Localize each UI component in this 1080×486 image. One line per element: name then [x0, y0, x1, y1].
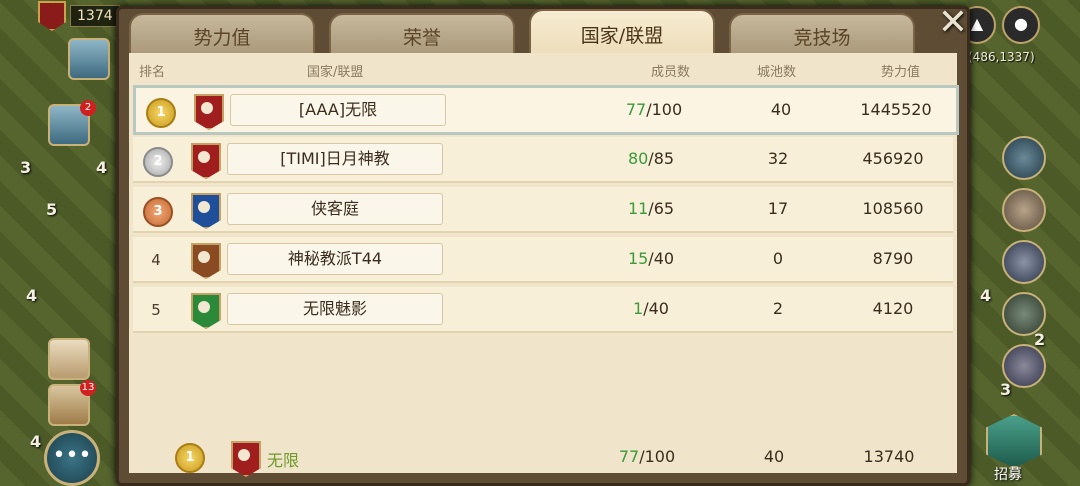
alliance-name[interactable]: 无限魅影 — [227, 293, 443, 325]
own-alliance-row: 1 无限 77/100 40 13740 — [129, 437, 957, 477]
city-count: 0 — [772, 249, 784, 268]
power-value: 8790 — [872, 249, 914, 268]
city-count: 32 — [767, 149, 789, 168]
ranking-row[interactable]: 2 [TIMI]日月神教 80/85 32 456920 — [133, 137, 953, 183]
member-count: 15/40 — [627, 249, 675, 268]
map-number: 4 — [980, 286, 992, 305]
resource-value: 1374 — [70, 5, 120, 27]
own-alliance-name: 无限 — [267, 451, 300, 470]
tab-power[interactable]: 势力值 — [129, 13, 315, 57]
hero-avatar[interactable] — [1002, 240, 1046, 284]
tab-country-alliance[interactable]: 国家/联盟 — [529, 9, 715, 57]
bronze-medal-icon: 3 — [143, 197, 173, 227]
ranking-tabs: 势力值 荣誉 国家/联盟 竞技场 — [129, 9, 915, 57]
header-name: 国家/联盟 — [307, 65, 364, 80]
battle-report-badge: 13 — [80, 380, 96, 396]
map-number: 5 — [46, 200, 58, 219]
alliance-flag-icon — [191, 243, 221, 279]
power-value: 108560 — [862, 199, 924, 218]
column-header: 排名 国家/联盟 成员数 城池数 势力值 — [129, 53, 957, 83]
power-value: 456920 — [862, 149, 924, 168]
member-count: 80/85 — [627, 149, 675, 168]
header-cities: 城池数 — [757, 65, 797, 80]
alliance-name[interactable]: 神秘教派T44 — [227, 243, 443, 275]
ranking-content: 排名 国家/联盟 成员数 城池数 势力值 i 1 [AAA]无限 77/100 … — [129, 53, 959, 477]
battle-report-icon[interactable]: 13 — [48, 380, 96, 426]
power-value: 4120 — [872, 299, 914, 318]
player-flag-icon[interactable] — [38, 1, 66, 31]
gold-medal-icon: 1 — [175, 443, 205, 473]
city-count: 2 — [772, 299, 784, 318]
ranking-row[interactable]: 4 神秘教派T44 15/40 0 8790 — [133, 237, 953, 283]
quest-scroll-icon[interactable]: 2 — [48, 100, 96, 146]
alliance-flag-icon — [191, 293, 221, 329]
mail-icon[interactable] — [48, 338, 90, 380]
hero-avatar[interactable] — [1002, 188, 1046, 232]
member-count: 11/65 — [627, 199, 675, 218]
silver-medal-icon: 2 — [143, 147, 173, 177]
city-count: 40 — [770, 100, 792, 119]
map-number: 3 — [1000, 380, 1012, 399]
city-count: 17 — [767, 199, 789, 218]
power-value: 13740 — [863, 447, 915, 466]
ranking-row[interactable]: 5 无限魅影 1/40 2 4120 — [133, 287, 953, 333]
map-number: 4 — [26, 286, 38, 305]
map-number: 2 — [1034, 330, 1046, 349]
close-icon[interactable]: ✕ — [933, 5, 973, 45]
recruit-label: 招募 — [994, 467, 1022, 483]
alliance-flag-icon — [191, 193, 221, 229]
crystal-icon[interactable] — [68, 38, 110, 80]
map-pin-icon[interactable]: ● — [1002, 6, 1040, 44]
alliance-name[interactable]: 侠客庭 — [227, 193, 443, 225]
tab-arena[interactable]: 竞技场 — [729, 13, 915, 57]
chat-icon[interactable]: ••• — [44, 430, 100, 486]
quest-badge: 2 — [80, 100, 96, 116]
map-coordinates: (486,1337) — [968, 50, 1035, 64]
alliance-name[interactable]: [AAA]无限 — [230, 94, 446, 126]
map-number: 4 — [96, 158, 108, 177]
member-count: 77/100 — [625, 100, 683, 119]
ranking-row[interactable]: 1 [AAA]无限 77/100 40 1445520 — [133, 85, 959, 135]
rank-number: 4 — [151, 251, 161, 269]
member-count: 77/100 — [618, 447, 676, 466]
gold-medal-icon: 1 — [146, 98, 176, 128]
header-members: 成员数 — [651, 65, 691, 80]
map-number: 4 — [30, 432, 42, 451]
alliance-flag-icon — [194, 94, 224, 130]
city-count: 40 — [763, 447, 785, 466]
map-number: 3 — [20, 158, 32, 177]
ranking-panel: 势力值 荣誉 国家/联盟 竞技场 ✕ 排名 国家/联盟 成员数 城池数 势力值 … — [116, 5, 973, 486]
alliance-flag-icon — [231, 441, 261, 477]
resource-bar: 1374 — [38, 1, 120, 31]
tab-honor[interactable]: 荣誉 — [329, 13, 515, 57]
hero-avatar[interactable] — [1002, 136, 1046, 180]
ranking-row[interactable]: 3 侠客庭 11/65 17 108560 — [133, 187, 953, 233]
alliance-flag-icon — [191, 143, 221, 179]
power-value: 1445520 — [860, 100, 932, 119]
member-count: 1/40 — [633, 299, 669, 318]
alliance-name[interactable]: [TIMI]日月神教 — [227, 143, 443, 175]
header-rank: 排名 — [139, 65, 166, 80]
header-power: 势力值 — [881, 65, 921, 80]
rank-number: 5 — [151, 301, 161, 319]
